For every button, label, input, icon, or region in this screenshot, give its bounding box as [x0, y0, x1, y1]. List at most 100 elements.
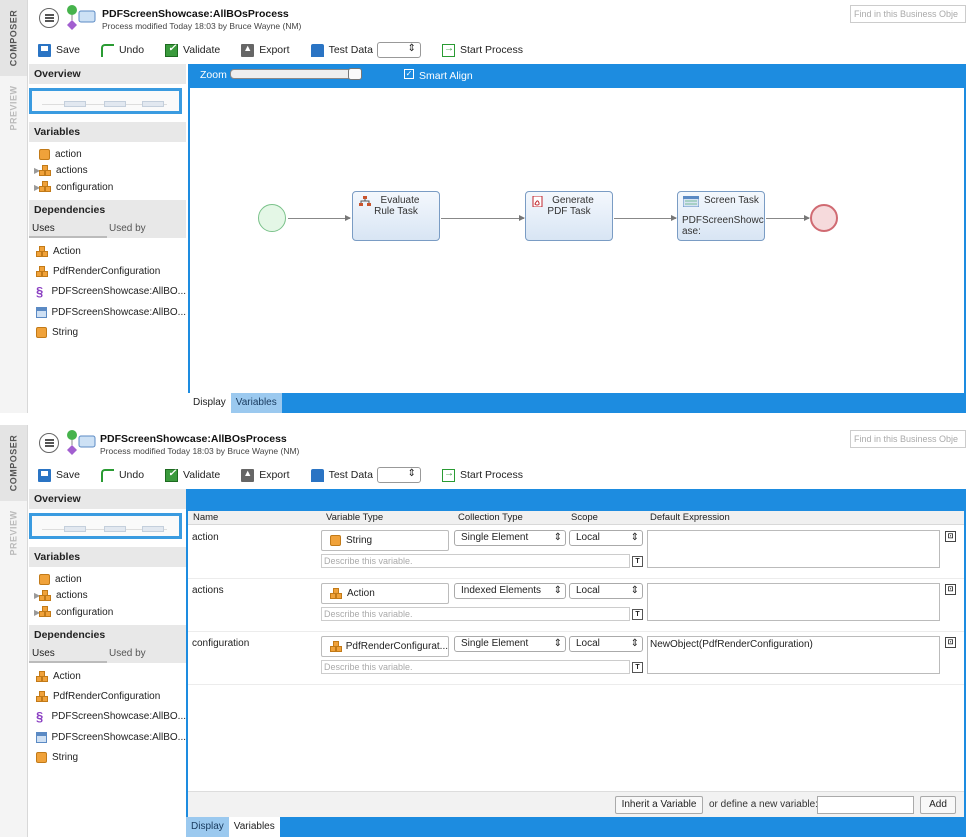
expand-arrow-icon[interactable]: ▶: [29, 183, 40, 192]
zoom-label: Zoom: [200, 69, 227, 81]
description-input[interactable]: Describe this variable.: [321, 660, 630, 674]
text-editor-icon[interactable]: T: [632, 662, 643, 673]
tab-variables[interactable]: Variables: [230, 393, 282, 413]
export-button[interactable]: Export: [241, 43, 290, 57]
menu-icon[interactable]: [39, 433, 59, 453]
text-editor-icon[interactable]: T: [632, 609, 643, 620]
scope-select[interactable]: Local: [569, 583, 643, 599]
expression-editor-icon[interactable]: ⊡: [945, 584, 956, 595]
expression-editor-icon[interactable]: ⊡: [945, 637, 956, 648]
zoom-slider[interactable]: [230, 68, 362, 80]
default-expression-field[interactable]: [647, 583, 940, 621]
add-variable-button[interactable]: Add: [920, 796, 956, 814]
tab-used-by[interactable]: Used by: [107, 223, 185, 234]
collection-type-select[interactable]: Indexed Elements: [454, 583, 566, 599]
default-expression-field[interactable]: NewObject(PdfRenderConfiguration): [647, 636, 940, 674]
connector[interactable]: [288, 215, 351, 221]
dependency-item[interactable]: PdfRenderConfiguration: [29, 687, 186, 707]
overview-minimap[interactable]: [29, 88, 182, 114]
connector[interactable]: [441, 215, 525, 221]
overview-minimap[interactable]: [29, 513, 182, 539]
task-evaluate-rule[interactable]: Evaluate Rule Task: [352, 191, 440, 241]
start-event[interactable]: [258, 204, 286, 232]
dependency-item[interactable]: String: [29, 747, 186, 767]
collection-type-select[interactable]: Single Element: [454, 636, 566, 652]
dependency-item[interactable]: Action: [29, 242, 186, 262]
variable-item-action[interactable]: action: [29, 146, 186, 163]
test-data-button[interactable]: Test Data: [310, 42, 421, 58]
variable-item-configuration[interactable]: ▶ configuration: [29, 179, 186, 196]
default-expression-field[interactable]: [647, 530, 940, 568]
variable-type-field[interactable]: Action: [321, 583, 449, 604]
connector[interactable]: [766, 215, 810, 221]
expand-arrow-icon[interactable]: ▶: [29, 166, 40, 175]
canvas-bottom-tabs: Display Variables: [188, 393, 282, 413]
zoom-slider-handle[interactable]: [348, 68, 362, 80]
text-editor-icon[interactable]: T: [632, 556, 643, 567]
validate-icon: [165, 43, 179, 57]
variable-item-action[interactable]: action: [29, 571, 186, 588]
cube-icon: [39, 148, 50, 160]
menu-icon[interactable]: [39, 8, 59, 28]
validate-button[interactable]: Validate: [165, 468, 220, 482]
variable-type-field[interactable]: PdfRenderConfigurat...: [321, 636, 449, 657]
collection-type-select[interactable]: Single Element: [454, 530, 566, 546]
tab-display[interactable]: Display: [188, 393, 231, 413]
tab-used-by[interactable]: Used by: [107, 648, 185, 659]
diagram-canvas[interactable]: Evaluate Rule Task Generate PDF Task Scr…: [190, 88, 964, 393]
search-input[interactable]: Find in this Business Obje: [850, 430, 966, 448]
expression-editor-icon[interactable]: ⊡: [945, 531, 956, 542]
connector[interactable]: [614, 215, 677, 221]
description-input[interactable]: Describe this variable.: [321, 607, 630, 621]
undo-button[interactable]: Undo: [100, 468, 144, 482]
process-icon: [67, 430, 96, 455]
dependency-item[interactable]: PDFScreenShowcase:AllBO...: [29, 302, 186, 322]
variable-item-configuration[interactable]: ▶ configuration: [29, 604, 186, 621]
validate-button[interactable]: Validate: [165, 43, 220, 57]
new-variable-input[interactable]: [817, 796, 914, 814]
task-generate-pdf[interactable]: Generate PDF Task: [525, 191, 613, 241]
expand-arrow-icon[interactable]: ▶: [29, 591, 40, 600]
description-input[interactable]: Describe this variable.: [321, 554, 630, 568]
tab-variables[interactable]: Variables: [228, 817, 280, 837]
end-event[interactable]: [810, 204, 838, 232]
cubes-icon: [39, 606, 52, 618]
dependency-item[interactable]: § PDFScreenShowcase:AllBO...: [29, 707, 186, 727]
undo-label: Undo: [118, 44, 145, 56]
test-data-button[interactable]: Test Data: [310, 467, 421, 483]
form-icon: [36, 731, 47, 743]
start-process-button[interactable]: Start Process: [441, 468, 523, 482]
test-data-select[interactable]: [376, 42, 421, 58]
variables-header: Variables: [29, 547, 186, 567]
start-process-button[interactable]: Start Process: [441, 43, 523, 57]
tab-composer[interactable]: COMPOSER: [0, 0, 27, 76]
tab-preview[interactable]: PREVIEW: [0, 80, 27, 136]
undo-button[interactable]: Undo: [100, 43, 145, 57]
tab-composer[interactable]: COMPOSER: [0, 425, 27, 501]
search-input[interactable]: Find in this Business Obje: [850, 5, 966, 23]
smart-align-checkbox[interactable]: ✓: [404, 69, 414, 79]
variable-label: actions: [56, 165, 88, 177]
dependency-item[interactable]: § PDFScreenShowcase:AllBO...: [29, 282, 186, 302]
tab-uses[interactable]: Uses: [29, 220, 107, 238]
tab-preview[interactable]: PREVIEW: [0, 505, 27, 561]
process-designer-panel: COMPOSER PREVIEW PDFScreenShowcase:AllBO…: [0, 0, 966, 413]
save-button[interactable]: Save: [38, 468, 80, 482]
variable-item-actions[interactable]: ▶ actions: [29, 163, 186, 180]
tab-display[interactable]: Display: [186, 817, 229, 837]
task-screen[interactable]: Screen Task PDFScreenShowc ase:: [677, 191, 765, 241]
tab-uses[interactable]: Uses: [29, 645, 107, 663]
dependency-item[interactable]: PDFScreenShowcase:AllBO...: [29, 727, 186, 747]
save-button[interactable]: Save: [38, 43, 80, 57]
inherit-variable-button[interactable]: Inherit a Variable: [615, 796, 703, 814]
scope-select[interactable]: Local: [569, 530, 643, 546]
dependency-item[interactable]: PdfRenderConfiguration: [29, 262, 186, 282]
variable-type-field[interactable]: String: [321, 530, 449, 551]
dependency-item[interactable]: Action: [29, 667, 186, 687]
dependency-item[interactable]: String: [29, 322, 186, 342]
test-data-select[interactable]: [376, 467, 421, 483]
export-button[interactable]: Export: [241, 468, 290, 482]
expand-arrow-icon[interactable]: ▶: [29, 608, 40, 617]
variable-item-actions[interactable]: ▶ actions: [29, 588, 186, 605]
scope-select[interactable]: Local: [569, 636, 643, 652]
